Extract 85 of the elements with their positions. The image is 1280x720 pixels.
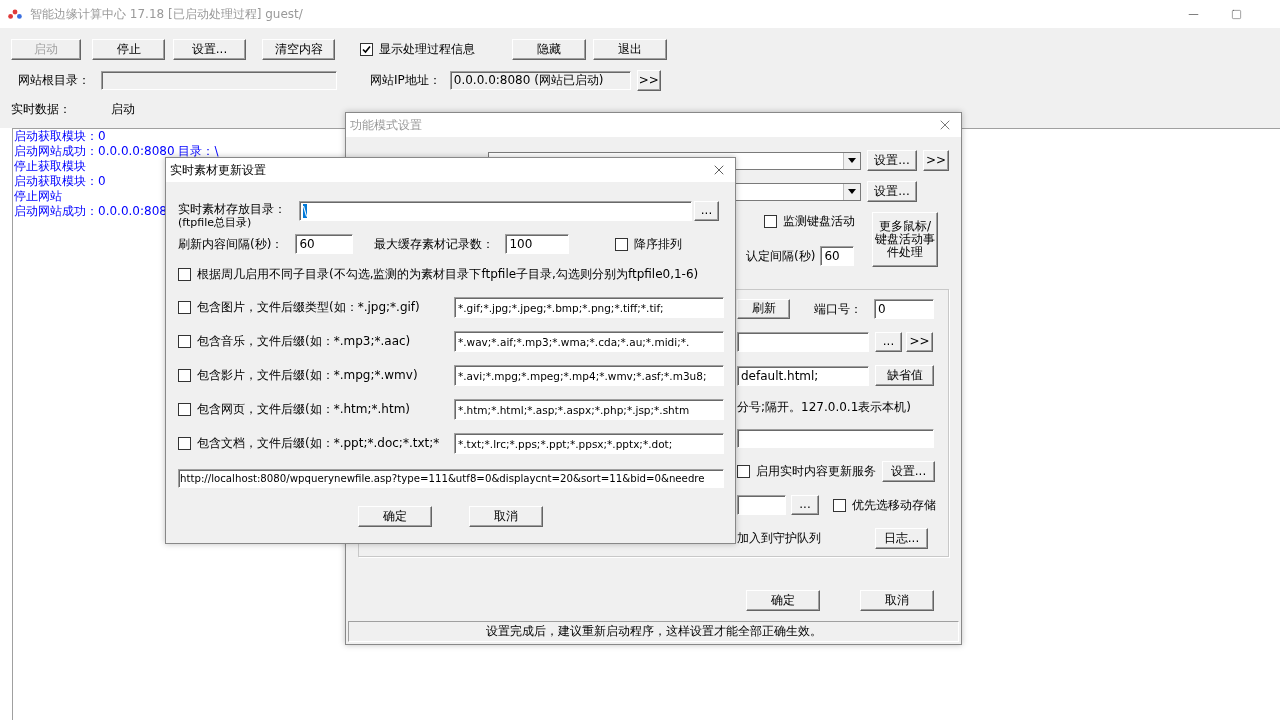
checkbox[interactable] [178,335,191,348]
expand-button[interactable]: >> [923,150,949,171]
checkbox-label: 根据周几启用不同子目录(不勾选,监测的为素材目录下ftpfile子目录,勾选则分别为ftpfile0,1-6) [197,266,699,283]
checkbox[interactable] [178,369,191,382]
input-field[interactable]: 60 [820,246,855,266]
input-field[interactable]: 0.0.0.0:8080 (网站已启动) [449,71,631,90]
toolbar-button[interactable]: 设置... [173,39,246,60]
dropdown-arrow-icon [848,158,856,163]
toolbar-button[interactable]: 清空内容 [262,39,335,60]
field-sublabel: (ftpfile总目录) [178,218,253,228]
status-value: 启动 [111,101,135,118]
input-field[interactable] [737,332,869,352]
expand-button[interactable]: >> [906,332,933,352]
checkbox-label: 启用实时内容更新服务 [756,463,876,480]
checkbox-label: 显示处理过程信息 [379,41,475,58]
input-field[interactable]: *.wav;*.aif;*.mp3;*.wma;*.cda;*.au;*.midi;*. [454,331,724,352]
dialog-title: 功能模式设置 [350,116,422,134]
input-field[interactable] [737,495,786,515]
settings-button[interactable]: 设置... [882,461,935,482]
field-label: 最大缓存素材记录数： [374,235,495,253]
expand-button[interactable]: >> [636,70,661,91]
checkbox-label: 降序排列 [634,235,683,253]
event-button[interactable]: 更多鼠标/键盘活动事件处理 [872,212,938,267]
checkbox[interactable] [178,268,191,281]
checkbox[interactable] [360,43,373,56]
input-field[interactable]: *.htm;*.html;*.asp;*.aspx;*.php;*.jsp;*.shtm [454,399,724,420]
input-field[interactable] [737,429,934,448]
action-button[interactable]: 隐藏 [512,39,586,60]
checkbox[interactable] [178,301,191,314]
dialog-button[interactable]: 取消 [860,590,934,611]
browse-button[interactable]: ... [694,201,719,221]
log-line: 启动获取模块：0 [14,174,106,189]
checkbox[interactable] [833,498,846,512]
field-label: 网站根目录： [18,72,90,89]
browse-button[interactable]: ... [875,332,902,352]
field-label: 网站IP地址： [370,72,441,89]
log-line: 启动网站成功：0.0.0.0:8080 目录：\ [14,144,219,159]
field-label: 实时数据： [11,101,71,118]
checkbox[interactable] [615,237,629,251]
browse-button[interactable]: ... [791,495,819,515]
checkbox-label: 包含影片，文件后缀(如：*.mpg;*.wmv) [197,367,418,384]
input-field[interactable]: *.gif;*.jpg;*.jpeg;*.bmp;*.png;*.tiff;*.tif; [454,297,724,318]
refresh-button[interactable]: 刷新 [737,299,790,319]
settings-button[interactable]: 设置... [867,181,917,202]
checkbox[interactable] [178,403,191,416]
checkbox-label: 优先选移动存储 [852,496,936,514]
checkbox[interactable] [178,437,191,450]
log-button[interactable]: 日志... [875,528,928,549]
toolbar-button[interactable]: 停止 [92,39,165,60]
guard-text: 加入到守护队列 [737,530,821,547]
action-button[interactable]: 退出 [593,39,667,60]
dialog-title: 实时素材更新设置 [170,161,266,179]
field-label: 端口号： [814,300,862,318]
input-field[interactable]: 60 [295,234,354,254]
dropdown-arrow-icon [848,189,856,194]
checkbox-label: 监测键盘活动 [783,213,855,230]
log-line: 停止网站 [14,189,62,204]
status-bar: 设置完成后，建议重新启动程序，这样设置才能全部正确生效。 [348,621,959,642]
checkbox[interactable] [737,465,750,478]
input-field[interactable]: 0 [874,299,934,319]
default-button[interactable]: 缺省值 [875,365,934,386]
checkbox-label: 包含网页，文件后缀(如：*.htm;*.htm) [197,401,411,418]
field-label: 实时素材存放目录： [178,201,286,217]
dialog-button[interactable]: 确定 [358,506,432,527]
window-title: 智能边缘计算中心 17.18 [已启动处理过程] guest/ [30,5,303,23]
field-label: 刷新内容间隔(秒)： [178,235,284,253]
checkbox-label: 包含音乐，文件后缀(如：*.mp3;*.aac) [197,333,411,350]
input-field[interactable]: *.avi;*.mpg;*.mpeg;*.mp4;*.wmv;*.asf;*.m3u8; [454,365,724,386]
checkbox[interactable] [764,215,777,228]
hint-text: 分号;隔开。127.0.0.1表示本机) [737,399,912,416]
dialog-button[interactable]: 确定 [746,590,820,611]
input-field[interactable]: \ [299,201,692,221]
checkbox-label: 包含图片，文件后缀类型(如：*.jpg;*.gif) [197,299,420,316]
url-field[interactable]: http://localhost:8080/wpquerynewfile.asp?type=111&utf8=0&displaycnt=20&sort=11&bid=0&needre [178,469,724,488]
input-field[interactable]: 100 [505,234,570,254]
log-line: 停止获取模块 [14,159,86,174]
input-field[interactable]: *.txt;*.lrc;*.pps;*.ppt;*.ppsx;*.pptx;*.dot; [454,433,724,454]
log-line: 启动网站成功：0.0.0.0:808 [14,204,167,219]
settings-button[interactable]: 设置... [867,150,917,171]
input-field[interactable]: default.html; [737,365,869,386]
checkbox-label: 包含文档，文件后缀(如：*.ppt;*.doc;*.txt;* [197,435,440,452]
dialog-button[interactable]: 取消 [469,506,543,527]
field-label: 认定间隔(秒) [746,247,816,265]
log-line: 启动获取模块：0 [14,129,106,144]
app-logo-icon [8,9,22,19]
